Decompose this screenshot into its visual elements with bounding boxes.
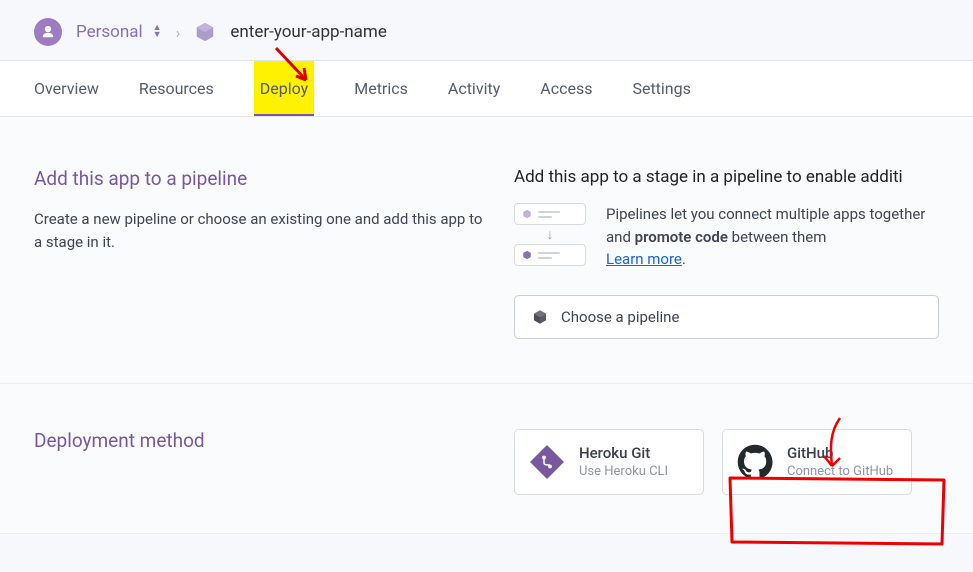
method-title-heroku: Heroku Git <box>579 444 668 462</box>
learn-more-link[interactable]: Learn more <box>606 250 682 268</box>
deploy-method-section: Deployment method Heroku Git Use Heroku … <box>0 384 973 534</box>
period: . <box>682 250 686 268</box>
method-card-github[interactable]: GitHub Connect to GitHub <box>722 429 912 495</box>
app-name[interactable]: enter-your-app-name <box>230 22 386 42</box>
tab-activity[interactable]: Activity <box>448 61 500 116</box>
pipeline-right-heading: Add this app to a stage in a pipeline to… <box>514 167 939 187</box>
personal-dropdown[interactable]: Personal <box>76 22 143 42</box>
method-sub-github: Connect to GitHub <box>787 464 893 479</box>
pipeline-card-bottom <box>514 244 586 266</box>
sort-icon: ▲▼ <box>153 25 162 39</box>
method-title-github: GitHub <box>787 444 893 462</box>
pipeline-info-text: Pipelines let you connect multiple apps … <box>606 203 939 271</box>
tabs-nav: Overview Resources Deploy Metrics Activi… <box>0 60 973 117</box>
pipeline-info-text-2: between them <box>728 228 826 246</box>
tab-resources[interactable]: Resources <box>139 61 214 116</box>
deploy-heading: Deployment method <box>34 429 484 452</box>
chevron-right-icon: › <box>176 23 181 42</box>
pipeline-heading: Add this app to a pipeline <box>34 167 484 190</box>
user-icon <box>39 23 57 41</box>
method-cards: Heroku Git Use Heroku CLI GitHub Connect… <box>514 429 939 495</box>
pipeline-info: ↓ Pipelines let you connect multiple app… <box>514 203 939 271</box>
pipeline-illustration: ↓ <box>514 203 586 266</box>
pipeline-right: Add this app to a stage in a pipeline to… <box>514 167 939 339</box>
pipeline-desc: Create a new pipeline or choose an exist… <box>34 208 484 253</box>
choose-pipeline-label: Choose a pipeline <box>561 308 679 326</box>
github-icon <box>737 444 773 480</box>
avatar[interactable] <box>34 18 62 46</box>
method-card-heroku-git[interactable]: Heroku Git Use Heroku CLI <box>514 429 704 495</box>
tab-access[interactable]: Access <box>540 61 592 116</box>
hexagon-icon <box>522 250 532 260</box>
tab-settings[interactable]: Settings <box>632 61 690 116</box>
tab-overview[interactable]: Overview <box>34 61 99 116</box>
tab-metrics[interactable]: Metrics <box>354 61 408 116</box>
choose-pipeline-dropdown[interactable]: Choose a pipeline <box>514 295 939 339</box>
pipeline-info-bold: promote code <box>635 228 728 246</box>
pipeline-card-top <box>514 203 586 225</box>
breadcrumb: Personal ▲▼ › enter-your-app-name <box>0 0 973 60</box>
pipeline-left: Add this app to a pipeline Create a new … <box>34 167 514 339</box>
arrow-down-icon: ↓ <box>514 226 586 243</box>
hexagon-icon <box>522 209 532 219</box>
deploy-left: Deployment method <box>34 429 514 495</box>
pipeline-section: Add this app to a pipeline Create a new … <box>0 117 973 384</box>
method-sub-heroku: Use Heroku CLI <box>579 464 668 479</box>
tab-deploy[interactable]: Deploy <box>254 61 314 116</box>
app-hexagon-icon <box>194 21 216 43</box>
cube-icon <box>531 308 549 326</box>
heroku-git-icon <box>529 444 565 480</box>
deploy-right: Heroku Git Use Heroku CLI GitHub Connect… <box>514 429 939 495</box>
